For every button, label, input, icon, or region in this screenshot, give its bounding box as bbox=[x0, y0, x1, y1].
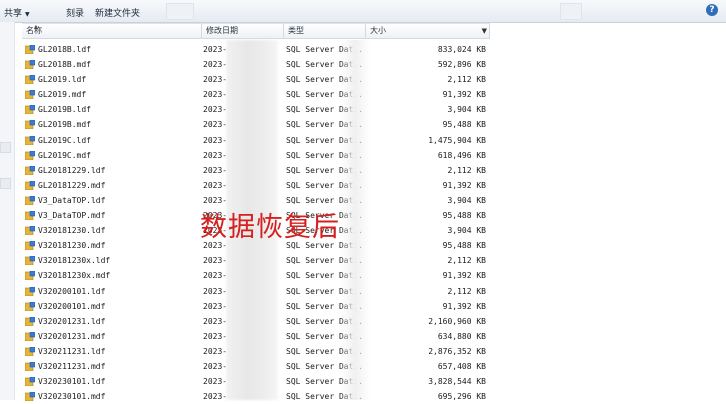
database-file-icon bbox=[25, 361, 35, 371]
file-size: 592,896 KB bbox=[437, 60, 486, 70]
column-header-size-label: 大小 bbox=[370, 26, 386, 35]
file-size: 618,496 KB bbox=[437, 150, 486, 160]
sort-ascending-icon: ▲ bbox=[34, 24, 38, 30]
database-file-icon bbox=[25, 241, 35, 251]
file-size: 91,392 KB bbox=[442, 180, 486, 190]
file-name: GL2019C.ldf bbox=[38, 135, 91, 145]
new-folder-button[interactable]: 新建文件夹 bbox=[95, 6, 140, 19]
file-size: 2,876,352 KB bbox=[428, 346, 486, 356]
new-folder-label: 新建文件夹 bbox=[95, 9, 141, 19]
file-size: 91,392 KB bbox=[442, 301, 486, 311]
file-name: V320181230.ldf bbox=[38, 226, 106, 236]
file-name: V320200101.mdf bbox=[38, 301, 106, 311]
file-name: V320201231.mdf bbox=[38, 331, 106, 341]
column-header-type[interactable]: 类型 bbox=[284, 24, 366, 38]
file-name: GL2019B.ldf bbox=[38, 105, 91, 115]
database-file-icon bbox=[25, 211, 35, 221]
file-name: V320181230x.ldf bbox=[38, 256, 111, 266]
toolbar-ghost-button bbox=[166, 3, 194, 20]
chevron-down-icon: ▼ bbox=[25, 11, 30, 18]
help-icon[interactable]: ? bbox=[706, 4, 718, 16]
database-file-icon bbox=[25, 105, 35, 115]
share-label: 共享 bbox=[4, 9, 23, 19]
file-name: V3_DataTOP.ldf bbox=[38, 195, 106, 205]
file-size: 95,488 KB bbox=[442, 211, 486, 221]
burn-label: 刻录 bbox=[66, 9, 85, 19]
file-size: 91,392 KB bbox=[442, 90, 486, 100]
file-size: 91,392 KB bbox=[442, 271, 486, 281]
file-size: 833,024 KB bbox=[437, 45, 486, 54]
file-size: 1,475,904 KB bbox=[428, 135, 486, 145]
file-name: GL2019.ldf bbox=[38, 75, 87, 85]
database-file-icon bbox=[25, 316, 35, 326]
file-name: V320211231.mdf bbox=[38, 361, 106, 371]
overlay-caption: 数据恢复后 bbox=[200, 212, 340, 243]
command-bar: 共享 ▼ 刻录 新建文件夹 ? bbox=[0, 0, 726, 23]
nav-pane-item[interactable] bbox=[0, 178, 11, 189]
file-size: 2,160,960 KB bbox=[428, 316, 486, 326]
file-name: V320230101.mdf bbox=[38, 392, 106, 402]
file-size: 3,828,544 KB bbox=[428, 377, 486, 387]
database-file-icon bbox=[25, 346, 35, 356]
database-file-icon bbox=[25, 377, 35, 387]
file-size: 3,904 KB bbox=[447, 226, 486, 236]
file-name: GL20181229.ldf bbox=[38, 165, 106, 175]
column-header-date[interactable]: 修改日期 bbox=[202, 24, 284, 38]
file-name: V320201231.ldf bbox=[38, 316, 106, 326]
file-name: V320181230x.mdf bbox=[38, 271, 111, 281]
nav-pane-item[interactable] bbox=[0, 142, 11, 153]
redaction-smudge bbox=[340, 40, 370, 400]
database-file-icon bbox=[25, 45, 35, 54]
file-size: 2,112 KB bbox=[447, 75, 486, 85]
database-file-icon bbox=[25, 195, 35, 205]
column-header-date-label: 修改日期 bbox=[206, 26, 238, 35]
file-name: V320211231.ldf bbox=[38, 346, 106, 356]
chevron-down-icon[interactable]: ▼ bbox=[482, 24, 487, 38]
navigation-pane[interactable] bbox=[0, 22, 15, 400]
database-file-icon bbox=[25, 75, 35, 85]
file-size: 634,880 KB bbox=[437, 331, 486, 341]
database-file-icon bbox=[25, 165, 35, 175]
file-size: 2,112 KB bbox=[447, 256, 486, 266]
file-name: GL2019.mdf bbox=[38, 90, 87, 100]
file-size: 2,112 KB bbox=[447, 165, 486, 175]
column-header-name[interactable]: ▲ 名称 bbox=[22, 24, 202, 38]
column-header-size[interactable]: 大小 ▼ bbox=[366, 24, 490, 38]
file-name: GL20181229.mdf bbox=[38, 180, 106, 190]
file-name: V320200101.ldf bbox=[38, 286, 106, 296]
burn-button[interactable]: 刻录 bbox=[66, 6, 84, 19]
file-name: V320230101.ldf bbox=[38, 377, 106, 387]
database-file-icon bbox=[25, 256, 35, 266]
file-name: GL2019C.mdf bbox=[38, 150, 91, 160]
database-file-icon bbox=[25, 301, 35, 311]
file-name: V3_DataTOP.mdf bbox=[38, 211, 106, 221]
database-file-icon bbox=[25, 150, 35, 160]
database-file-icon bbox=[25, 120, 35, 130]
file-size: 3,904 KB bbox=[447, 105, 486, 115]
database-file-icon bbox=[25, 226, 35, 236]
toolbar-ghost-button bbox=[560, 3, 582, 20]
database-file-icon bbox=[25, 180, 35, 190]
database-file-icon bbox=[25, 271, 35, 281]
file-size: 657,408 KB bbox=[437, 361, 486, 371]
database-file-icon bbox=[25, 90, 35, 100]
database-file-icon bbox=[25, 135, 35, 145]
database-file-icon bbox=[25, 60, 35, 70]
file-size: 95,488 KB bbox=[442, 120, 486, 130]
file-name: GL2019B.mdf bbox=[38, 120, 91, 130]
file-name: GL2018B.mdf bbox=[38, 60, 91, 70]
share-menu-button[interactable]: 共享 ▼ bbox=[4, 6, 30, 19]
file-size: 3,904 KB bbox=[447, 195, 486, 205]
file-name: V320181230.mdf bbox=[38, 241, 106, 251]
database-file-icon bbox=[25, 331, 35, 341]
file-size: 695,296 KB bbox=[437, 392, 486, 402]
database-file-icon bbox=[25, 286, 35, 296]
column-header-row: ▲ 名称 修改日期 类型 大小 ▼ bbox=[22, 23, 490, 39]
file-size: 95,488 KB bbox=[442, 241, 486, 251]
file-name: GL2018B.ldf bbox=[38, 45, 91, 54]
file-size: 2,112 KB bbox=[447, 286, 486, 296]
column-header-type-label: 类型 bbox=[288, 26, 304, 35]
